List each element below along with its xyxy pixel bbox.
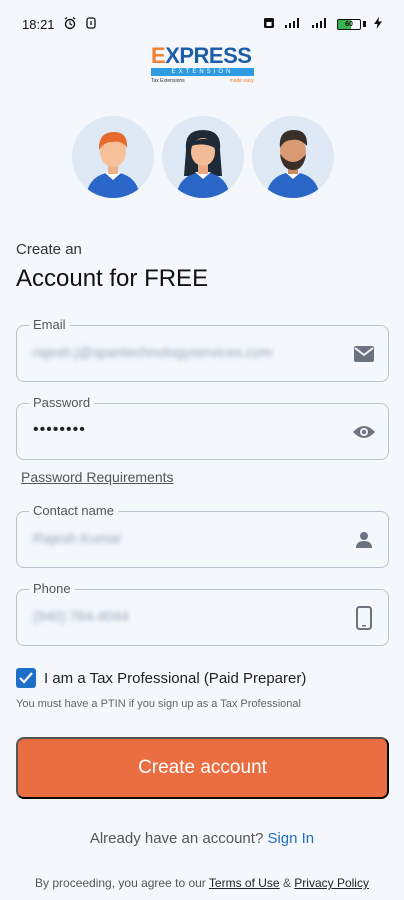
status-bar: 18:21 60	[0, 0, 404, 48]
signin-row: Already have an account? Sign In	[0, 830, 404, 847]
password-value: ••••••••	[33, 421, 86, 438]
avatar-man-beard	[252, 116, 334, 198]
brand-logo-sub: EXTENSION	[151, 68, 254, 76]
create-account-button[interactable]: Create account	[16, 737, 389, 799]
tax-professional-strong: Tax Professional (Paid Preparer)	[89, 669, 307, 687]
mail-icon	[352, 342, 376, 366]
brand-logo: EXPRESS EXTENSION Tax Extensions made ea…	[151, 45, 256, 87]
avatar-man-red-hair	[72, 116, 154, 198]
person-icon	[352, 528, 376, 552]
brand-tagline-right: made easy	[229, 78, 254, 84]
alarm-icon	[63, 16, 77, 33]
email-field[interactable]: Email rajesh.j@spantechnologyservices.co…	[16, 317, 389, 382]
password-field[interactable]: Password ••••••••	[16, 395, 389, 460]
page-title: Account for FREE	[16, 265, 209, 292]
tax-professional-label: I am a Tax Professional (Paid Preparer)	[44, 670, 306, 687]
sim-icon	[263, 17, 275, 32]
password-requirements-link[interactable]: Password Requirements	[21, 469, 174, 485]
signin-prompt: Already have an account?	[89, 830, 268, 847]
signal-icon	[283, 17, 303, 32]
contact-name-label: Contact name	[29, 503, 118, 518]
sync-icon	[85, 16, 97, 33]
password-label: Password	[29, 395, 95, 410]
email-value: rajesh.j@spantechnologyservices.com	[33, 344, 273, 360]
brand-tagline-left: Tax Extensions	[151, 78, 185, 84]
charging-icon	[374, 16, 382, 32]
privacy-policy-link[interactable]: Privacy Policy	[294, 876, 369, 890]
phone-icon	[352, 606, 376, 630]
avatars-illustration	[72, 116, 334, 202]
battery-level: 60	[337, 18, 361, 30]
tax-professional-row[interactable]: I am a Tax Professional (Paid Preparer)	[16, 668, 306, 688]
tax-professional-prefix: I am a	[44, 669, 90, 687]
tax-professional-checkbox[interactable]	[16, 668, 36, 688]
heading-small: Create an	[16, 241, 82, 258]
phone-value: (940) 764-4044	[33, 608, 129, 624]
signal-icon	[311, 17, 329, 32]
phone-label: Phone	[29, 581, 75, 596]
eye-icon[interactable]	[352, 420, 376, 444]
avatar-woman	[162, 116, 244, 198]
contact-name-field[interactable]: Contact name Rajesh Kumar	[16, 503, 389, 568]
email-label: Email	[29, 317, 70, 332]
legal-prefix: By proceeding, you agree to our	[35, 876, 209, 890]
legal-footer: By proceeding, you agree to our Terms of…	[0, 876, 404, 890]
terms-of-use-link[interactable]: Terms of Use	[209, 876, 280, 890]
legal-and: &	[279, 876, 295, 890]
ptin-note: You must have a PTIN if you sign up as a…	[16, 698, 301, 710]
battery-icon: 60	[337, 18, 366, 30]
contact-name-value: Rajesh Kumar	[33, 530, 122, 546]
signin-link[interactable]: Sign In	[267, 830, 314, 847]
status-time: 18:21	[22, 16, 55, 32]
phone-field[interactable]: Phone (940) 764-4044	[16, 581, 389, 646]
brand-logo-main: EXPRESS	[151, 43, 252, 68]
